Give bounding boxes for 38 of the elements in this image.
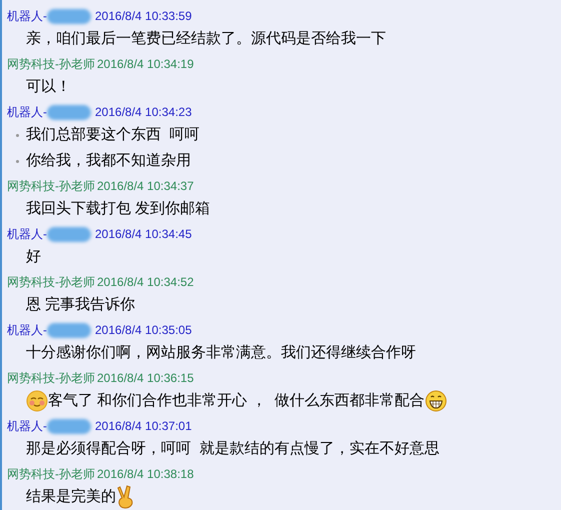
message-text: 亲，咱们最后一笔费已经结款了。源代码是否给我一下 (26, 28, 386, 49)
timestamp: 2016/8/4 10:35:05 (95, 322, 192, 339)
message-text: 恩 完事我告诉你 (26, 294, 136, 315)
message-text: 好 (26, 246, 41, 267)
timestamp: 2016/8/4 10:34:23 (95, 104, 192, 121)
sender-name: 网势科技-孙老师 (7, 370, 95, 387)
message-text: 可以！ (26, 76, 71, 97)
redaction-blur (47, 226, 91, 242)
timestamp: 2016/8/4 10:36:15 (97, 370, 194, 387)
grinning-face-icon (424, 390, 447, 412)
timestamp: 2016/8/4 10:34:52 (97, 274, 194, 291)
message-text: 那是必须得配合呀，呵呵 就是款结的有点慢了，实在不好意思 (26, 438, 440, 459)
message-text: 结果是完美的 (26, 486, 116, 507)
redaction-blur (47, 104, 91, 120)
timestamp: 2016/8/4 10:37:01 (95, 418, 192, 435)
sender-name: 机器人- (7, 104, 47, 121)
message-text: 客气了 和你们合作也非常开心 ， 做什么东西都非常配合 (48, 390, 425, 411)
timestamp: 2016/8/4 10:33:59 (95, 8, 192, 25)
blushing-face-icon (26, 390, 48, 412)
message-text: 你给我，我都不知道杂用 (26, 150, 191, 171)
sender-name: 网势科技-孙老师 (7, 274, 95, 291)
redaction-blur (47, 322, 91, 338)
sender-name: 网势科技-孙老师 (7, 178, 95, 195)
timestamp: 2016/8/4 10:34:19 (97, 56, 194, 73)
message-text: 我们总部要这个东西 呵呵 (26, 124, 200, 145)
sender-name: 网势科技-孙老师 (7, 466, 95, 483)
sender-name: 网势科技-孙老师 (7, 56, 95, 73)
message-text: 十分感谢你们啊，网站服务非常满意。我们还得继续合作呀 (26, 342, 416, 363)
redaction-blur (47, 8, 91, 24)
sender-name: 机器人- (7, 8, 47, 25)
timestamp: 2016/8/4 10:34:45 (95, 226, 192, 243)
redaction-blur (47, 418, 91, 434)
sender-name: 机器人- (7, 226, 47, 243)
sender-name: 机器人- (7, 322, 47, 339)
timestamp: 2016/8/4 10:34:37 (97, 178, 194, 195)
sender-name: 机器人- (7, 418, 47, 435)
timestamp: 2016/8/4 10:38:18 (97, 466, 194, 483)
message-text: 我回头下载打包 发到你邮箱 (26, 198, 210, 219)
